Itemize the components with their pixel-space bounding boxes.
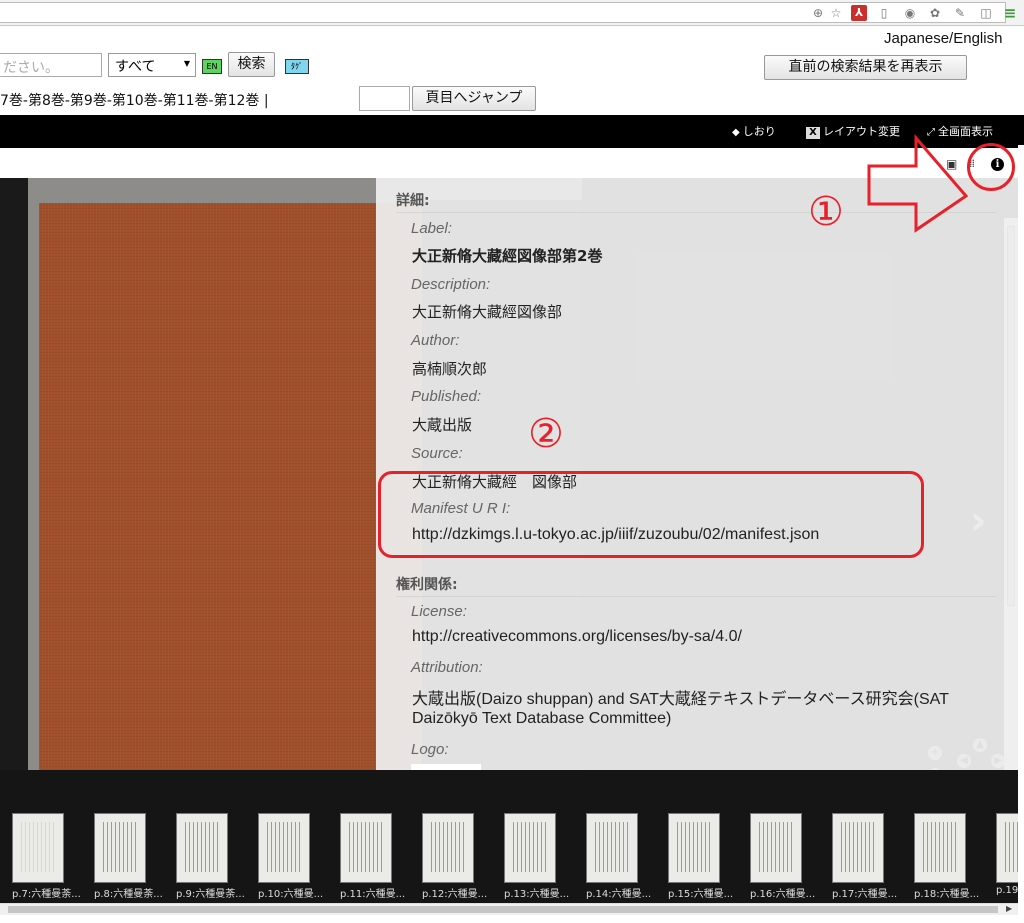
author-value: 高楠順次郎 <box>412 360 488 378</box>
label-label: Label: <box>411 220 452 237</box>
page-extension-icon[interactable]: ▯ <box>876 5 892 21</box>
thumbnail-image <box>21 822 55 872</box>
browser-toolbar: ⊕ ☆ ⅄ ▯ ◉ ✿ ✎ ◫ ≡ <box>0 0 1024 26</box>
window-edge <box>1018 145 1024 923</box>
source-label: Source: <box>411 445 463 462</box>
thumbnail-label: p.18:六種曼... <box>914 889 980 900</box>
scroll-right-icon[interactable]: ▶ <box>1006 904 1012 913</box>
language-toggle[interactable]: Japanese/English <box>884 30 1002 47</box>
window-bottom <box>0 915 1024 923</box>
bookmark-button[interactable]: ◆ しおり <box>732 123 776 139</box>
thumbnail-image <box>349 822 383 872</box>
thumbnail[interactable] <box>340 813 392 883</box>
thumbnail[interactable] <box>586 813 638 883</box>
thumbnail[interactable] <box>832 813 884 883</box>
thumbnail-label: p.17:六種曼... <box>832 889 898 900</box>
page-number-input[interactable] <box>359 86 410 111</box>
thumbnail[interactable] <box>176 813 228 883</box>
thumbnail-label: p.12:六種曼... <box>422 889 488 900</box>
published-value: 大蔵出版 <box>412 416 473 434</box>
thumbnail-strip: p.7:六種曼荼... p.8:六種曼荼... p.9:六種曼荼... p.10:六種… <box>0 770 1024 920</box>
author-label: Author: <box>411 332 460 349</box>
page-root: ⊕ ☆ ⅄ ▯ ◉ ✿ ✎ ◫ ≡ Japanese/English ださい。 … <box>0 0 1024 923</box>
thumbnail-image <box>185 822 219 872</box>
attribution-value: 大蔵出版(Daizo shuppan) and SAT大蔵経テキストデータベース… <box>412 691 949 708</box>
thumbnail-image <box>759 822 793 872</box>
search-scope-select[interactable]: すべて ▼ <box>108 53 196 77</box>
bookmark-label: しおり <box>742 125 776 138</box>
thumbnail[interactable] <box>422 813 474 883</box>
license-link[interactable]: http://creativecommons.org/licenses/by-s… <box>412 628 742 646</box>
thumbnail-scrollbar[interactable]: ▶ <box>0 903 1018 915</box>
search-input[interactable]: ださい。 <box>0 53 102 77</box>
thumbnail[interactable] <box>914 813 966 883</box>
thumbnail-image <box>103 822 137 872</box>
logo-label: Logo: <box>411 741 449 758</box>
thumbnail[interactable] <box>504 813 556 883</box>
thumbnail-label: p.7:六種曼荼... <box>12 889 81 900</box>
extension-icon[interactable]: ◉ <box>902 5 918 21</box>
layout-icon: X <box>806 127 820 139</box>
thumbnail-label: p.16:六種曼... <box>750 889 816 900</box>
description-label: Description: <box>411 276 491 293</box>
thumbnail-label: p.11:六種曼... <box>340 889 406 900</box>
attribution-value-continued: Daizōkyō Text Database Committee) <box>412 710 672 727</box>
logo-image <box>411 764 481 770</box>
thumbnail-image <box>513 822 547 872</box>
attribution-label: Attribution: <box>411 659 483 676</box>
scope-select-value: すべて <box>115 59 156 75</box>
english-toggle-icon[interactable]: EN <box>202 59 222 74</box>
thumbnail-label: p.8:六種曼荼... <box>94 889 163 900</box>
thumbnail-image <box>923 822 957 872</box>
rights-heading: 権利関係: <box>396 577 458 593</box>
bookmark-icon: ◆ <box>732 127 740 138</box>
divider <box>396 596 996 597</box>
info-icon-highlight <box>967 143 1015 191</box>
tag-icon[interactable]: ﾀｸﾞ <box>285 59 309 74</box>
zoom-icon[interactable]: ⊕ <box>810 5 826 21</box>
pdf-extension-icon[interactable]: ⅄ <box>851 5 867 21</box>
thumbnail[interactable] <box>94 813 146 883</box>
search-button[interactable]: 検索 <box>228 52 275 77</box>
menu-icon[interactable]: ≡ <box>1002 5 1018 21</box>
thumbnail-label: p.10:六種曼... <box>258 889 324 900</box>
annotation-number-2: ② <box>528 411 564 457</box>
extension-icon[interactable]: ◫ <box>978 5 994 21</box>
details-heading: 詳細: <box>396 193 430 209</box>
thumbnail-image <box>841 822 875 872</box>
thumbnail-label: p.13:六種曼... <box>504 889 570 900</box>
thumbnail[interactable] <box>12 813 64 883</box>
description-value: 大正新脩大藏經図像部 <box>412 303 563 321</box>
extension-icon[interactable]: ✎ <box>952 5 968 21</box>
thumbnail-label: p.14:六種曼... <box>586 889 652 900</box>
extension-icon[interactable]: ✿ <box>927 5 943 21</box>
thumbnail-image <box>677 822 711 872</box>
volume-links[interactable]: 7巻-第8巻-第9巻-第10巻-第11巻-第12巻 | <box>0 90 269 110</box>
red-arrow-annotation <box>867 133 969 233</box>
book-cover <box>39 203 422 770</box>
label-value: 大正新脩大藏經図像部第2巻 <box>412 247 603 265</box>
thumbnail-image <box>431 822 465 872</box>
published-label: Published: <box>411 388 482 405</box>
thumbnail[interactable] <box>258 813 310 883</box>
annotation-number-1: ① <box>808 189 844 235</box>
star-icon[interactable]: ☆ <box>828 5 844 21</box>
thumbnail-image <box>595 822 629 872</box>
thumbnail-label: p.15:六種曼... <box>668 889 734 900</box>
jump-to-page-button[interactable]: 頁目へジャンプ <box>412 86 536 111</box>
thumbnail[interactable] <box>668 813 720 883</box>
license-label: License: <box>411 603 467 620</box>
thumbnail[interactable] <box>750 813 802 883</box>
thumbnail-label: p.9:六種曼荼... <box>176 889 245 900</box>
chevron-down-icon: ▼ <box>183 59 190 68</box>
manifest-uri-highlight <box>378 471 924 558</box>
redisplay-results-button[interactable]: 直前の検索結果を再表示 <box>764 55 967 80</box>
thumbnail-image <box>267 822 301 872</box>
scrollbar-thumb[interactable] <box>8 906 998 913</box>
